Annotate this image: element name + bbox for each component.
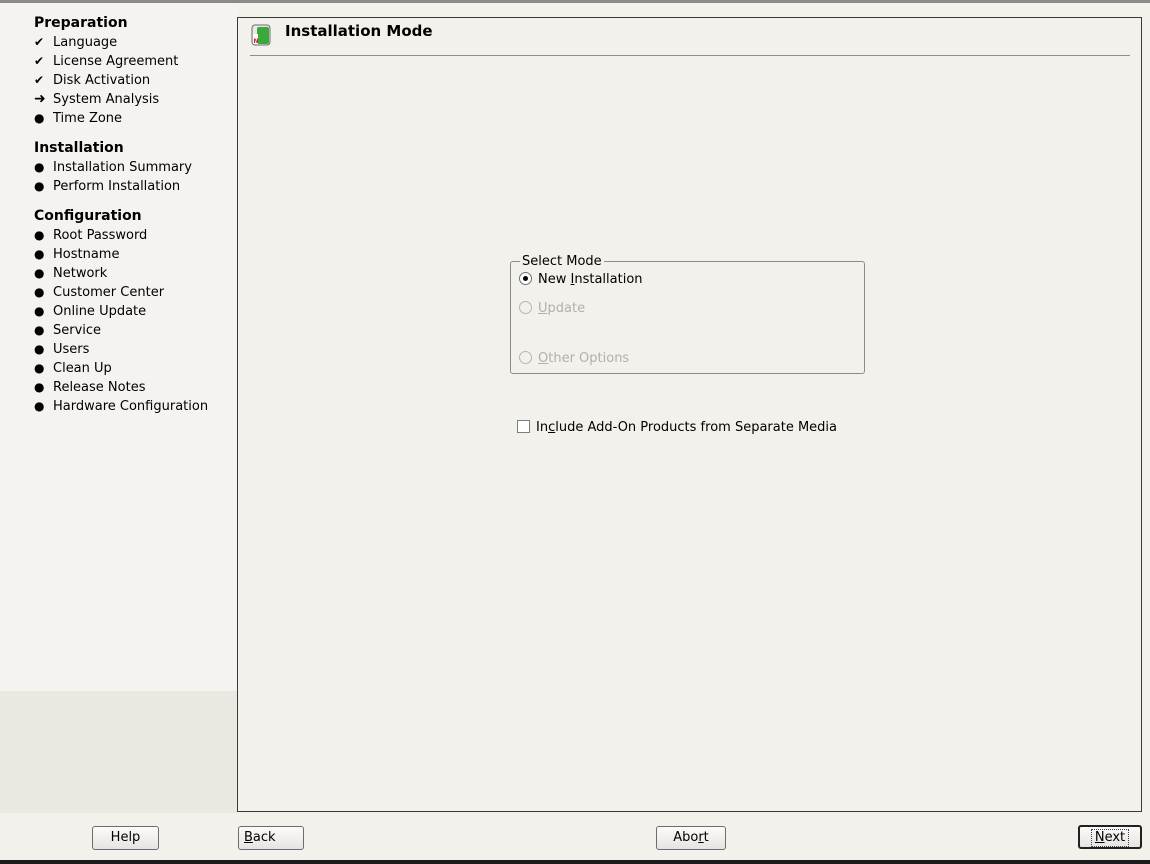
step-release-notes: ● Release Notes: [34, 378, 145, 397]
step-label: Root Password: [53, 228, 148, 243]
step-label: Network: [53, 266, 108, 281]
bullet-icon: ●: [34, 342, 45, 356]
step-hostname: ● Hostname: [34, 245, 119, 264]
help-button[interactable]: Help: [92, 826, 159, 850]
step-license-agreement: ✔ License Agreement: [34, 52, 178, 71]
step-disk-activation: ✔ Disk Activation: [34, 71, 150, 90]
sidebar-footer-area: [0, 691, 238, 813]
main-panel: N Installation Mode Select Mode New Inst…: [237, 17, 1142, 812]
check-icon: ✔: [34, 73, 45, 87]
select-mode-label: Select Mode: [520, 254, 604, 269]
button-text: t: [703, 830, 709, 845]
step-label: License Agreement: [53, 54, 179, 69]
step-language: ✔ Language: [34, 33, 117, 52]
window-bottom-border: [0, 860, 1150, 864]
page-title: Installation Mode: [285, 22, 433, 40]
step-clean-up: ● Clean Up: [34, 359, 112, 378]
svg-text:N: N: [254, 38, 259, 45]
bullet-icon: ●: [34, 247, 45, 261]
back-button[interactable]: Back: [238, 826, 304, 850]
include-addon-checkbox-row[interactable]: Include Add-On Products from Separate Me…: [517, 418, 837, 438]
option-text: New: [538, 272, 571, 287]
step-service: ● Service: [34, 321, 101, 340]
group-title-preparation: Preparation: [34, 15, 128, 31]
step-label: Release Notes: [53, 380, 146, 395]
check-icon: ✔: [34, 35, 45, 49]
step-label: System Analysis: [53, 92, 160, 107]
abort-button[interactable]: Abort: [656, 826, 726, 850]
bullet-icon: ●: [34, 380, 45, 394]
step-label: Installation Summary: [53, 160, 192, 175]
option-mnemonic: O: [538, 351, 549, 366]
option-mnemonic: U: [538, 301, 548, 316]
group-title-installation: Installation: [34, 140, 124, 156]
step-label: Hostname: [53, 247, 120, 262]
option-text: nstallation: [574, 272, 643, 287]
button-text: Abo: [673, 830, 699, 845]
bullet-icon: ●: [34, 160, 45, 174]
step-label: Perform Installation: [53, 179, 181, 194]
step-installation-summary: ● Installation Summary: [34, 158, 192, 177]
radio-other-options[interactable]: Other Options: [519, 349, 629, 369]
radio-button-icon[interactable]: [519, 301, 532, 314]
button-text: ext: [1104, 830, 1126, 845]
bullet-icon: ●: [34, 179, 45, 193]
button-mnemonic: N: [1094, 830, 1105, 845]
step-customer-center: ● Customer Center: [34, 283, 164, 302]
checkbox-text: lude Add-On Products from Separate Media: [555, 420, 837, 435]
button-text: ack: [252, 830, 276, 845]
step-label: Disk Activation: [53, 73, 151, 88]
installer-icon: N: [251, 24, 271, 46]
step-online-update: ● Online Update: [34, 302, 146, 321]
step-label: Online Update: [53, 304, 147, 319]
step-perform-installation: ● Perform Installation: [34, 177, 180, 196]
step-label: Users: [53, 342, 90, 357]
radio-button-icon[interactable]: [519, 351, 532, 364]
step-time-zone: ● Time Zone: [34, 109, 122, 128]
bullet-icon: ●: [34, 266, 45, 280]
radio-new-installation[interactable]: New Installation: [519, 270, 643, 290]
group-title-configuration: Configuration: [34, 208, 142, 224]
step-label: Service: [53, 323, 102, 338]
checkbox-text: In: [536, 420, 549, 435]
next-button[interactable]: Next: [1078, 825, 1142, 849]
step-root-password: ● Root Password: [34, 226, 147, 245]
step-label: Hardware Configuration: [53, 399, 209, 414]
title-divider: [250, 55, 1130, 56]
include-addon-checkbox[interactable]: [517, 420, 530, 433]
button-mnemonic: B: [244, 830, 253, 845]
sidebar: Preparation ✔ Language ✔ License Agreement…: [0, 3, 238, 691]
step-label: Language: [53, 35, 118, 50]
bullet-icon: ●: [34, 285, 45, 299]
bullet-icon: ●: [34, 399, 45, 413]
step-label: Time Zone: [53, 111, 123, 126]
bullet-icon: ●: [34, 323, 45, 337]
step-hardware-configuration: ● Hardware Configuration: [34, 397, 208, 416]
step-system-analysis: ➜ System Analysis: [34, 90, 159, 109]
option-text: ther Options: [548, 351, 630, 366]
option-text: pdate: [547, 301, 586, 316]
bullet-icon: ●: [34, 361, 45, 375]
check-icon: ✔: [34, 54, 45, 68]
next-button-focus: Next: [1090, 829, 1130, 847]
step-users: ● Users: [34, 340, 89, 359]
radio-button-icon[interactable]: [519, 272, 532, 285]
bullet-icon: ●: [34, 304, 45, 318]
step-label: Customer Center: [53, 285, 165, 300]
bullet-icon: ●: [34, 111, 45, 125]
step-label: Clean Up: [53, 361, 112, 376]
step-network: ● Network: [34, 264, 107, 283]
arrow-right-icon: ➜: [34, 91, 46, 107]
bullet-icon: ●: [34, 228, 45, 242]
select-mode-group: Select Mode New Installation Update Othe…: [510, 254, 865, 374]
radio-update[interactable]: Update: [519, 299, 585, 319]
